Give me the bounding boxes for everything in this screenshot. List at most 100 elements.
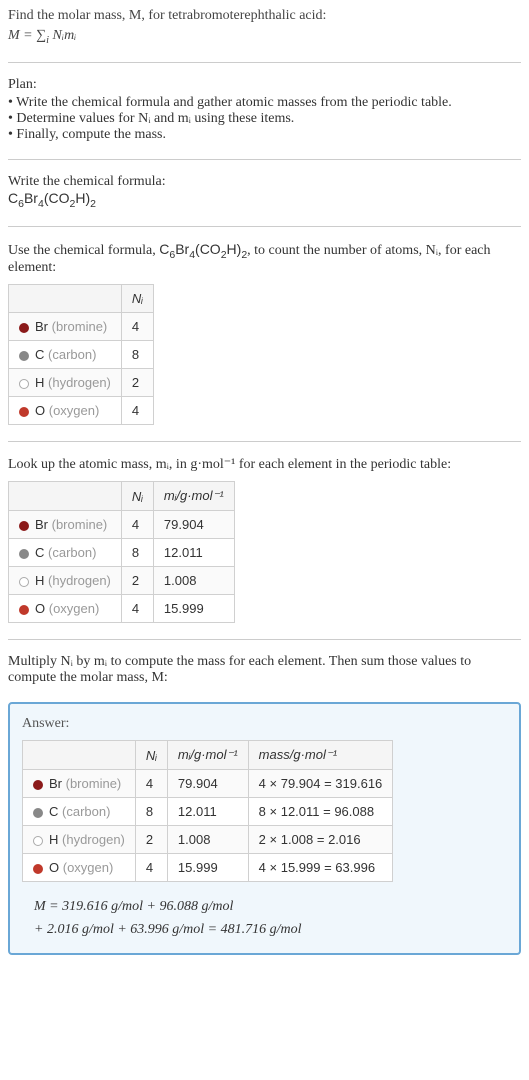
element-br: Br (bromine) <box>9 511 122 539</box>
ni-value: 4 <box>135 854 167 882</box>
plan-item: Write the chemical formula and gather at… <box>8 95 521 111</box>
ni-value: 4 <box>135 770 167 798</box>
divider <box>8 62 521 63</box>
element-dot-icon <box>33 836 43 846</box>
multiply-section: Multiply Nᵢ by mᵢ to compute the mass fo… <box>8 654 521 686</box>
lookup-text: Look up the atomic mass, mᵢ, in g·mol⁻¹ … <box>8 456 521 473</box>
ni-value: 4 <box>121 511 153 539</box>
element-dot-icon <box>33 808 43 818</box>
write-formula-section: Write the chemical formula: C6Br4(CO2H)2 <box>8 174 521 210</box>
element-h: H (hydrogen) <box>9 567 122 595</box>
ni-header: Nᵢ <box>121 482 153 511</box>
element-dot-icon <box>19 407 29 417</box>
ni-value: 8 <box>121 539 153 567</box>
mi-value: 15.999 <box>167 854 248 882</box>
element-dot-icon <box>19 351 29 361</box>
element-o: O (oxygen) <box>23 854 136 882</box>
table-row: C (carbon) 8 12.011 <box>9 539 235 567</box>
plan-item: Determine values for Nᵢ and mᵢ using the… <box>8 111 521 127</box>
ni-value: 4 <box>121 397 153 425</box>
element-dot-icon <box>19 521 29 531</box>
molar-mass-formula: M = ∑i Nᵢmᵢ <box>8 28 521 46</box>
lookup-mass-section: Look up the atomic mass, mᵢ, in g·mol⁻¹ … <box>8 456 521 623</box>
plan-item: Finally, compute the mass. <box>8 127 521 143</box>
plan-list: Write the chemical formula and gather at… <box>8 95 521 143</box>
count-atoms-text: Use the chemical formula, C6Br4(CO2H)2, … <box>8 241 521 277</box>
final-line-1: M = 319.616 g/mol + 96.088 g/mol <box>34 896 507 918</box>
mi-value: 1.008 <box>153 567 234 595</box>
element-c: C (carbon) <box>23 798 136 826</box>
mass-value: 4 × 79.904 = 319.616 <box>248 770 393 798</box>
mass-header: mass/g·mol⁻¹ <box>248 741 393 770</box>
table-row: Br (bromine) 4 79.904 <box>9 511 235 539</box>
element-h: H (hydrogen) <box>23 826 136 854</box>
table-row: O (oxygen) 4 15.999 4 × 15.999 = 63.996 <box>23 854 393 882</box>
mi-value: 79.904 <box>153 511 234 539</box>
table-row: Br (bromine) 4 79.904 4 × 79.904 = 319.6… <box>23 770 393 798</box>
table-header-row: Nᵢ mᵢ/g·mol⁻¹ <box>9 482 235 511</box>
mi-value: 1.008 <box>167 826 248 854</box>
table-header-row: Nᵢ <box>9 285 154 313</box>
element-c: C (carbon) <box>9 539 122 567</box>
ni-value: 2 <box>121 567 153 595</box>
ni-value: 8 <box>135 798 167 826</box>
ni-value: 2 <box>121 369 153 397</box>
empty-header <box>9 482 122 511</box>
element-o: O (oxygen) <box>9 397 122 425</box>
mi-value: 15.999 <box>153 595 234 623</box>
element-br: Br (bromine) <box>23 770 136 798</box>
table-row: H (hydrogen) 2 1.008 <box>9 567 235 595</box>
mass-value: 8 × 12.011 = 96.088 <box>248 798 393 826</box>
divider <box>8 639 521 640</box>
element-dot-icon <box>19 577 29 587</box>
element-dot-icon <box>33 864 43 874</box>
final-line-2: + 2.016 g/mol + 63.996 g/mol = 481.716 g… <box>34 919 507 941</box>
write-formula-title: Write the chemical formula: <box>8 174 521 190</box>
ni-header: Nᵢ <box>121 285 153 313</box>
chemical-formula: C6Br4(CO2H)2 <box>8 190 521 210</box>
mi-value: 79.904 <box>167 770 248 798</box>
atom-count-table: Nᵢ Br (bromine) 4 C (carbon) 8 H (hydrog… <box>8 284 154 425</box>
count-atoms-section: Use the chemical formula, C6Br4(CO2H)2, … <box>8 241 521 426</box>
table-row: O (oxygen) 4 <box>9 397 154 425</box>
answer-table: Nᵢ mᵢ/g·mol⁻¹ mass/g·mol⁻¹ Br (bromine) … <box>22 740 393 882</box>
atomic-mass-table: Nᵢ mᵢ/g·mol⁻¹ Br (bromine) 4 79.904 C (c… <box>8 481 235 623</box>
divider <box>8 226 521 227</box>
mass-value: 4 × 15.999 = 63.996 <box>248 854 393 882</box>
final-result: M = 319.616 g/mol + 96.088 g/mol + 2.016… <box>22 896 507 941</box>
element-dot-icon <box>19 379 29 389</box>
table-row: C (carbon) 8 <box>9 341 154 369</box>
intro-text: Find the molar mass, M, for tetrabromote… <box>8 8 521 24</box>
multiply-text: Multiply Nᵢ by mᵢ to compute the mass fo… <box>8 654 521 686</box>
empty-header <box>23 741 136 770</box>
ni-value: 4 <box>121 595 153 623</box>
element-o: O (oxygen) <box>9 595 122 623</box>
element-dot-icon <box>33 780 43 790</box>
element-c: C (carbon) <box>9 341 122 369</box>
table-row: Br (bromine) 4 <box>9 313 154 341</box>
element-dot-icon <box>19 605 29 615</box>
element-dot-icon <box>19 549 29 559</box>
mi-header: mᵢ/g·mol⁻¹ <box>167 741 248 770</box>
table-header-row: Nᵢ mᵢ/g·mol⁻¹ mass/g·mol⁻¹ <box>23 741 393 770</box>
plan-section: Plan: Write the chemical formula and gat… <box>8 77 521 143</box>
element-h: H (hydrogen) <box>9 369 122 397</box>
mi-value: 12.011 <box>167 798 248 826</box>
mass-value: 2 × 1.008 = 2.016 <box>248 826 393 854</box>
ni-header: Nᵢ <box>135 741 167 770</box>
intro-section: Find the molar mass, M, for tetrabromote… <box>8 8 521 46</box>
empty-header <box>9 285 122 313</box>
answer-title: Answer: <box>22 716 507 732</box>
table-row: C (carbon) 8 12.011 8 × 12.011 = 96.088 <box>23 798 393 826</box>
element-dot-icon <box>19 323 29 333</box>
ni-value: 4 <box>121 313 153 341</box>
mi-value: 12.011 <box>153 539 234 567</box>
table-row: H (hydrogen) 2 <box>9 369 154 397</box>
table-row: H (hydrogen) 2 1.008 2 × 1.008 = 2.016 <box>23 826 393 854</box>
mi-header: mᵢ/g·mol⁻¹ <box>153 482 234 511</box>
ni-value: 2 <box>135 826 167 854</box>
plan-title: Plan: <box>8 77 521 93</box>
ni-value: 8 <box>121 341 153 369</box>
divider <box>8 441 521 442</box>
divider <box>8 159 521 160</box>
